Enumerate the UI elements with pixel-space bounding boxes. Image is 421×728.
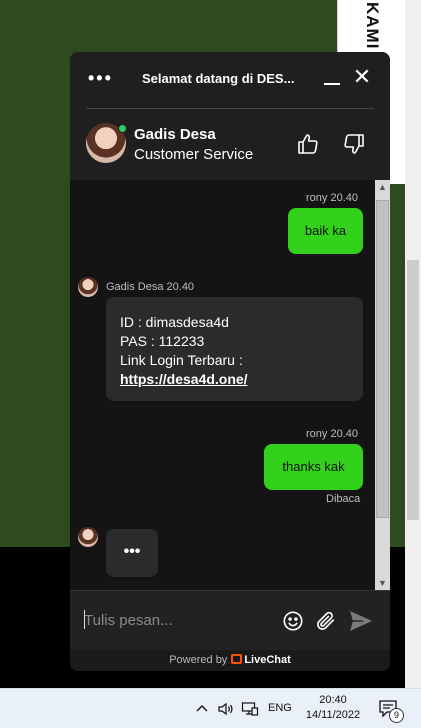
livechat-logo-icon xyxy=(231,654,243,664)
chat-scrollbar[interactable]: ▲ ▼ xyxy=(375,180,390,590)
chat-widget: ••• Selamat datang di DES... ✕ Gadis Des… xyxy=(70,52,390,671)
header-divider xyxy=(86,108,374,109)
livechat-brand: LiveChat xyxy=(244,654,291,666)
attachment-icon[interactable] xyxy=(315,610,337,632)
agent-role: Customer Service xyxy=(134,146,254,163)
message-input[interactable] xyxy=(84,609,274,631)
notification-badge: 9 xyxy=(389,708,404,723)
language-indicator[interactable]: ENG xyxy=(268,702,292,714)
clock-date: 14/11/2022 xyxy=(305,709,361,721)
more-dots-icon[interactable]: ••• xyxy=(88,68,113,89)
login-link[interactable]: https://desa4d.one/ xyxy=(120,370,349,389)
scroll-down-icon[interactable]: ▼ xyxy=(375,576,390,590)
scroll-up-icon[interactable]: ▲ xyxy=(375,180,390,194)
message-line: Link Login Terbaru : xyxy=(120,352,243,368)
message-meta: Gadis Desa 20.40 xyxy=(106,281,195,293)
chat-scrollbar-thumb[interactable] xyxy=(376,200,389,518)
thumbs-up-icon[interactable] xyxy=(296,132,320,156)
user-message-bubble: baik ka xyxy=(288,208,363,254)
chevron-up-icon[interactable] xyxy=(195,701,209,715)
network-icon[interactable] xyxy=(241,701,259,717)
send-icon[interactable] xyxy=(348,609,374,633)
message-line: PAS : 112233 xyxy=(120,333,205,349)
user-message-bubble: thanks kak xyxy=(264,444,363,490)
page-scrollbar-thumb[interactable] xyxy=(407,260,419,520)
powered-by-text: Powered by xyxy=(169,654,228,666)
chat-header: ••• Selamat datang di DES... ✕ Gadis Des… xyxy=(70,52,390,180)
clock-time: 20:40 xyxy=(319,694,347,706)
windows-taskbar: ENG 20:40 14/11/2022 9 xyxy=(0,688,421,728)
minimize-icon[interactable] xyxy=(322,68,342,88)
agent-name: Gadis Desa xyxy=(134,126,216,143)
emoji-icon[interactable] xyxy=(282,610,304,632)
online-status-icon xyxy=(118,124,127,133)
volume-icon[interactable] xyxy=(217,701,235,717)
close-icon[interactable]: ✕ xyxy=(352,66,372,88)
message-composer xyxy=(70,590,390,650)
read-status: Dibaca xyxy=(326,493,361,505)
agent-message-bubble: ID : dimasdesa4d PAS : 112233 Link Login… xyxy=(106,297,363,401)
powered-by-footer[interactable]: Powered by LiveChat xyxy=(70,650,390,671)
clock[interactable]: 20:40 14/11/2022 xyxy=(304,693,362,723)
page-scrollbar[interactable] xyxy=(405,0,421,688)
message-list[interactable]: rony 20.40 baik ka Gadis Desa 20.40 ID :… xyxy=(70,180,390,590)
thumbs-down-icon[interactable] xyxy=(342,132,366,156)
message-meta: rony 20.40 xyxy=(306,192,358,204)
chat-title: Selamat datang di DES... xyxy=(142,71,295,86)
agent-mini-avatar xyxy=(78,527,98,547)
agent-mini-avatar xyxy=(78,277,98,297)
typing-indicator: ••• xyxy=(106,529,158,577)
text-caret xyxy=(84,610,85,629)
message-line: ID : dimasdesa4d xyxy=(120,314,229,330)
message-meta: rony 20.40 xyxy=(306,428,358,440)
side-banner-text: KAMI xyxy=(363,2,382,50)
